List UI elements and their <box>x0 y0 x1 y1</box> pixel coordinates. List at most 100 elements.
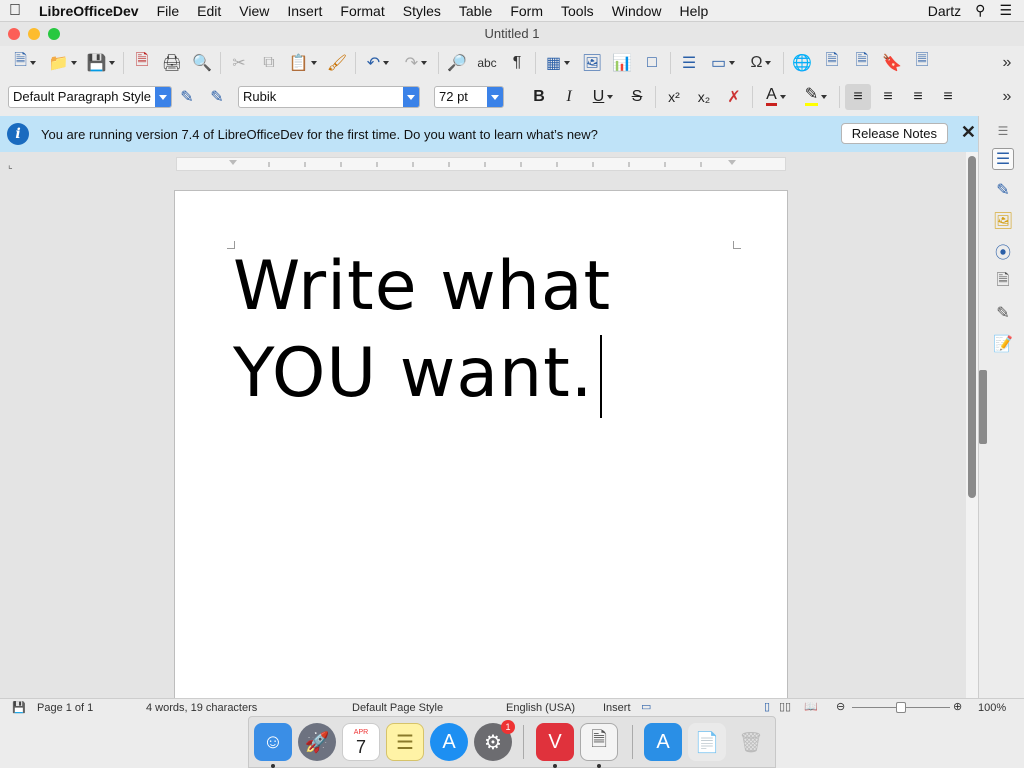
insert-field-icon[interactable]: ▭ <box>706 50 740 76</box>
spelling-icon[interactable]: abc <box>474 50 500 76</box>
subscript-icon[interactable]: x₂ <box>691 84 717 110</box>
applications-folder-icon[interactable]: A <box>644 723 682 761</box>
tab-stop-marker[interactable]: ⌞ <box>8 160 13 171</box>
bold-icon[interactable]: B <box>526 84 552 110</box>
update-style-icon[interactable]: ✎ <box>174 84 200 110</box>
style-inspector-icon[interactable]: ✎ <box>992 302 1014 324</box>
notification-center-icon[interactable]: ☰ <box>999 2 1012 19</box>
apple-menu-icon[interactable]:  <box>0 2 30 20</box>
scrollbar-thumb[interactable] <box>968 156 976 498</box>
paragraph-style-combo[interactable]: Default Paragraph Style <box>8 85 172 108</box>
minimize-window-button[interactable] <box>28 28 40 40</box>
clear-formatting-icon[interactable]: ✗ <box>721 84 747 110</box>
export-pdf-icon[interactable]: 🗎 <box>129 50 155 76</box>
libreoffice-icon[interactable]: 🗎 <box>580 723 618 761</box>
insert-image-icon[interactable]: 🖼 <box>579 50 605 76</box>
insert-footnote-icon[interactable]: 🗎 <box>819 50 845 76</box>
formatting-marks-icon[interactable]: ¶ <box>504 50 530 76</box>
documents-folder-icon[interactable]: 📄 <box>688 723 726 761</box>
properties-icon[interactable]: ☰ <box>992 148 1014 170</box>
multi-page-view-icon[interactable]: ▯▯ <box>779 700 791 713</box>
language[interactable]: English (USA) <box>506 702 575 714</box>
zoom-in-icon[interactable]: ⊕ <box>953 700 962 713</box>
single-page-view-icon[interactable]: ▯ <box>764 700 770 713</box>
launchpad-icon[interactable]: 🚀 <box>298 723 336 761</box>
print-icon[interactable]: 🖨 <box>159 50 185 76</box>
sidebar-collapse-handle[interactable] <box>979 370 987 444</box>
menu-tools[interactable]: Tools <box>552 3 603 19</box>
paste-icon[interactable]: 📋 <box>286 50 320 76</box>
close-window-button[interactable] <box>8 28 20 40</box>
insert-table-icon[interactable]: ▦ <box>541 50 575 76</box>
insert-hyperlink-icon[interactable]: 🌐 <box>789 50 815 76</box>
justify-icon[interactable]: ≡ <box>935 84 961 110</box>
sidebar-menu-icon[interactable]: ☰ <box>992 120 1014 142</box>
print-preview-icon[interactable]: 🔍 <box>189 50 215 76</box>
release-notes-button[interactable]: Release Notes <box>840 123 948 144</box>
page-style[interactable]: Default Page Style <box>352 702 443 714</box>
finder-icon[interactable]: ☺ <box>254 723 292 761</box>
insert-chart-icon[interactable]: 📊 <box>609 50 635 76</box>
app-store-icon[interactable]: A <box>430 723 468 761</box>
insert-special-character-icon[interactable]: Ω <box>744 50 778 76</box>
page-icon[interactable]: 🗎 <box>992 271 1014 293</box>
menu-edit[interactable]: Edit <box>188 3 230 19</box>
chevron-down-icon[interactable] <box>155 86 171 107</box>
new-style-icon[interactable]: ✎ <box>204 84 230 110</box>
chevron-down-icon[interactable] <box>403 86 419 107</box>
menu-view[interactable]: View <box>230 3 278 19</box>
page-number[interactable]: Page 1 of 1 <box>37 702 93 714</box>
app-menu[interactable]: LibreOfficeDev <box>30 3 148 19</box>
gallery-icon[interactable]: 🖼 <box>992 210 1014 232</box>
chevron-down-icon[interactable] <box>487 86 503 107</box>
undo-icon[interactable]: ↶ <box>361 50 395 76</box>
insert-endnote-icon[interactable]: 🗎 <box>849 50 875 76</box>
highlight-color-icon[interactable]: ✎ <box>798 84 834 110</box>
font-color-icon[interactable]: A <box>758 84 794 110</box>
close-icon[interactable]: ✕ <box>961 122 976 143</box>
manage-changes-icon[interactable]: 📝 <box>992 333 1014 355</box>
insert-cross-reference-icon[interactable]: 🗏 <box>909 50 935 76</box>
more-options-icon[interactable]: » <box>994 84 1020 110</box>
zoom-window-button[interactable] <box>48 28 60 40</box>
insert-bookmark-icon[interactable]: 🔖 <box>879 50 905 76</box>
document-page[interactable]: Write what YOU want. <box>174 190 788 710</box>
align-center-icon[interactable]: ≡ <box>875 84 901 110</box>
calendar-icon[interactable]: APR 7 <box>342 723 380 761</box>
zoom-slider-thumb[interactable] <box>896 702 906 713</box>
font-size-combo[interactable]: 72 pt <box>434 85 504 108</box>
open-folder-icon[interactable]: 📁 <box>46 50 80 76</box>
menu-insert[interactable]: Insert <box>278 3 331 19</box>
menu-table[interactable]: Table <box>450 3 501 19</box>
insert-page-break-icon[interactable]: ☰ <box>676 50 702 76</box>
trash-icon[interactable]: 🗑 <box>732 723 770 761</box>
redo-icon[interactable]: ↷ <box>399 50 433 76</box>
document-line[interactable]: Write what <box>233 243 611 330</box>
vivaldi-icon[interactable]: V <box>536 723 574 761</box>
underline-icon[interactable]: U <box>586 84 620 110</box>
styles-icon[interactable]: ✎ <box>992 179 1014 201</box>
zoom-level[interactable]: 100% <box>978 702 1006 714</box>
horizontal-ruler[interactable] <box>176 157 786 171</box>
menu-format[interactable]: Format <box>331 3 393 19</box>
menu-window[interactable]: Window <box>603 3 671 19</box>
new-document-icon[interactable]: 🗎 <box>8 50 42 76</box>
cut-icon[interactable]: ✂ <box>226 50 252 76</box>
document-line[interactable]: YOU want. <box>233 330 611 417</box>
align-right-icon[interactable]: ≡ <box>905 84 931 110</box>
navigator-icon[interactable]: ⦿ <box>992 240 1014 262</box>
more-options-icon[interactable]: » <box>994 50 1020 76</box>
insert-mode[interactable]: Insert <box>603 702 631 714</box>
book-view-icon[interactable]: 📖 <box>804 700 818 713</box>
save-status-icon[interactable]: 💾 <box>12 701 26 714</box>
superscript-icon[interactable]: x² <box>661 84 687 110</box>
align-left-icon[interactable]: ≡ <box>845 83 871 110</box>
word-count[interactable]: 4 words, 19 characters <box>146 702 257 714</box>
copy-icon[interactable]: ⧉ <box>256 50 282 76</box>
strikethrough-icon[interactable]: S <box>624 84 650 110</box>
menu-form[interactable]: Form <box>501 3 552 19</box>
user-name[interactable]: Dartz <box>928 3 961 19</box>
clone-formatting-icon[interactable]: 🖌 <box>324 50 350 76</box>
menu-help[interactable]: Help <box>670 3 717 19</box>
font-name-combo[interactable]: Rubik <box>238 85 420 108</box>
